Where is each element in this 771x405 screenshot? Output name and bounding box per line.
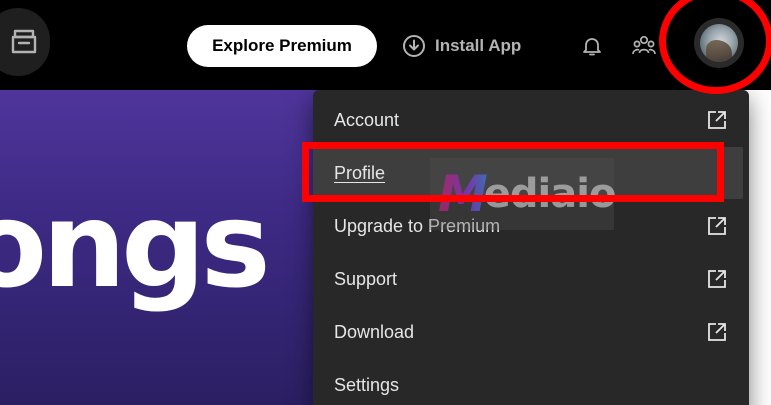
external-link-icon: [708, 323, 726, 341]
menu-item-label: Download: [334, 321, 415, 342]
download-circle-icon: [403, 35, 425, 57]
app-window: Explore Premium Install App ongs Account…: [0, 0, 771, 405]
friends-icon[interactable]: [631, 33, 657, 64]
menu-item-label: Upgrade to Premium: [334, 215, 501, 236]
account-dropdown-menu: Account Profile Upgrade to Premium Suppo…: [313, 90, 749, 405]
menu-item-settings[interactable]: Settings: [313, 359, 743, 405]
install-app-link[interactable]: Install App: [402, 33, 521, 59]
external-link-icon: [708, 217, 726, 235]
menu-item-label: Support: [334, 268, 398, 289]
hero-title: ongs: [0, 176, 271, 314]
browse-button[interactable]: [0, 8, 50, 76]
menu-item-support[interactable]: Support: [313, 253, 743, 305]
external-link-icon: [708, 270, 726, 288]
playlist-hero-banner: ongs: [0, 90, 330, 405]
menu-item-account[interactable]: Account: [313, 94, 743, 146]
external-link-icon: [708, 111, 726, 129]
menu-item-download[interactable]: Download: [313, 306, 743, 358]
bell-icon[interactable]: [580, 34, 604, 63]
user-avatar-button[interactable]: [694, 18, 744, 68]
menu-item-label: Account: [334, 109, 400, 130]
menu-item-label: Settings: [334, 374, 400, 395]
explore-premium-button[interactable]: Explore Premium: [187, 25, 377, 67]
menu-item-label: Profile: [334, 162, 386, 183]
top-bar: Explore Premium Install App: [0, 0, 771, 90]
menu-item-profile[interactable]: Profile: [313, 147, 743, 199]
avatar: [700, 24, 738, 62]
browse-icon: [11, 29, 37, 54]
menu-item-upgrade-to-premium[interactable]: Upgrade to Premium: [313, 200, 743, 252]
install-app-label: Install App: [435, 36, 522, 55]
